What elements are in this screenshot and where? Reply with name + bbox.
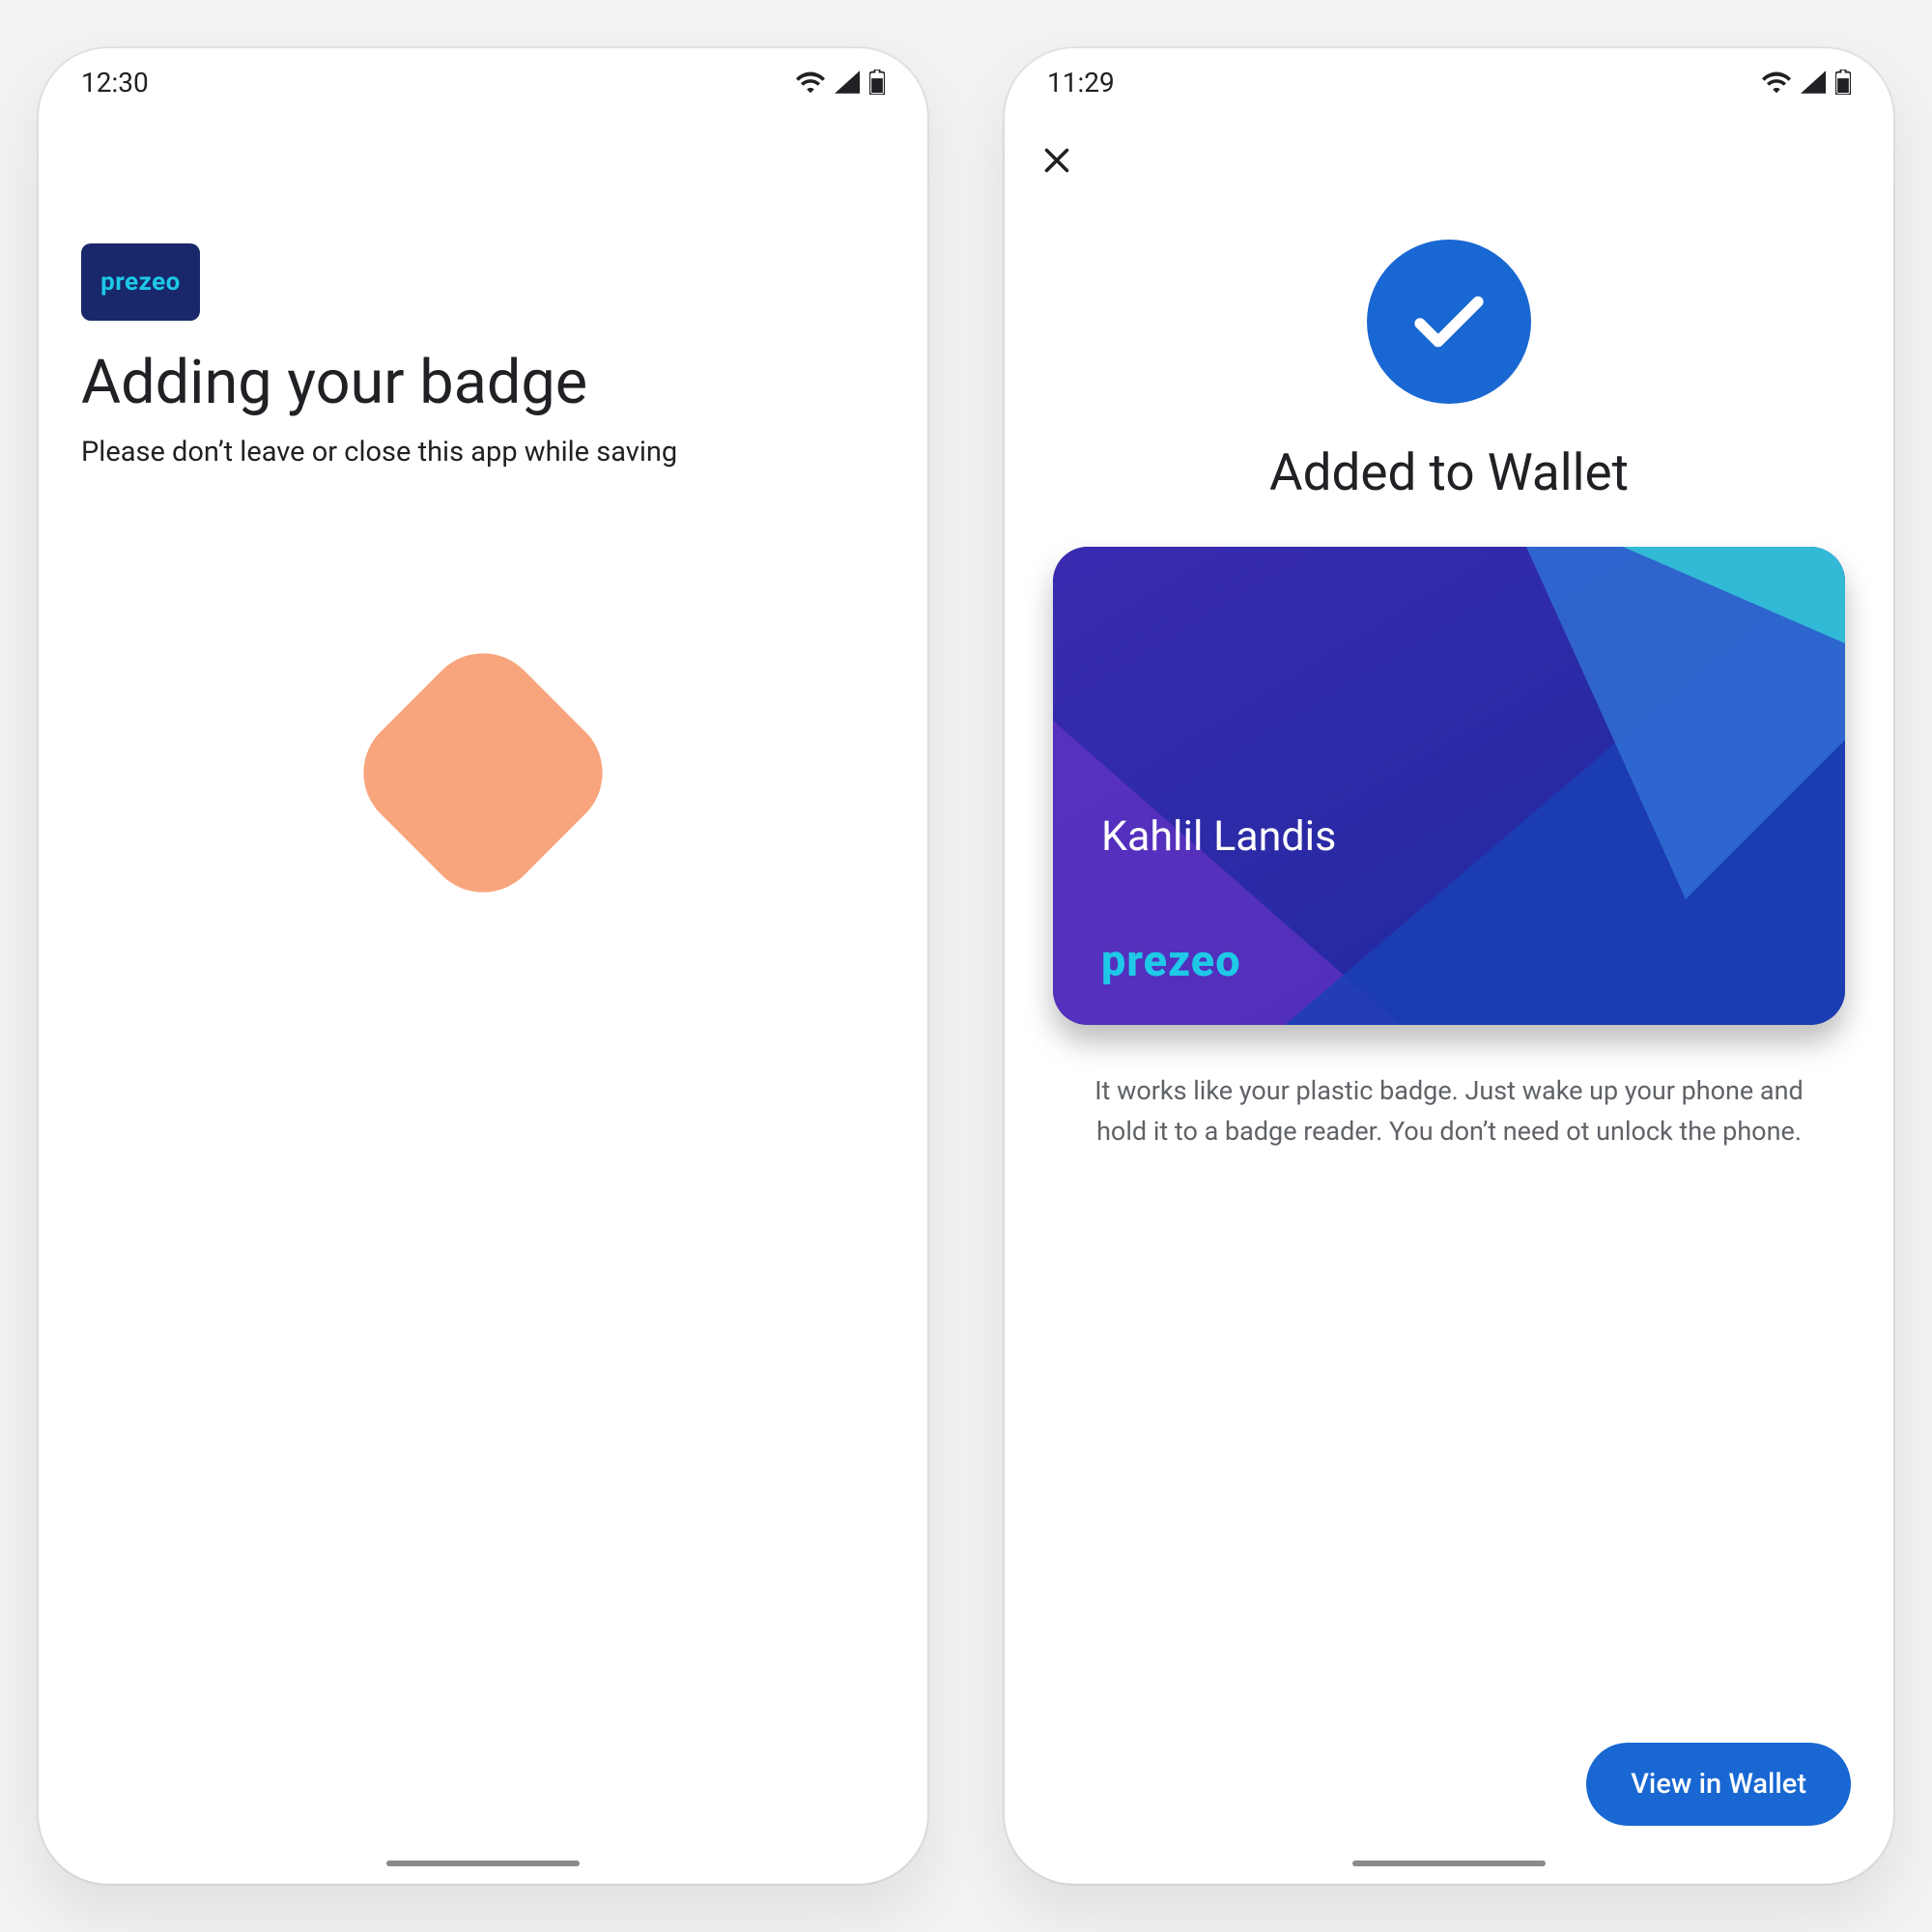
status-time: 11:29 [1047,67,1115,99]
badge-brand-label: prezeo [1101,935,1241,986]
close-icon[interactable] [1039,143,1074,178]
gesture-bar [1352,1861,1546,1866]
badge-card: Kahlil Landis prezeo [1053,547,1845,1025]
diamond-loader-icon [340,630,627,917]
cellular-icon [1801,71,1826,94]
brand-chip: prezeo [81,243,200,321]
page-subtitle: Please don’t leave or close this app whi… [81,436,885,469]
check-circle-icon [1367,240,1531,404]
status-indicators [1762,70,1851,95]
page-title: Added to Wallet [1269,442,1629,502]
success-description: It works like your plastic badge. Just w… [1072,1071,1826,1152]
cellular-icon [835,71,860,94]
status-bar: 11:29 [1005,48,1893,116]
battery-icon [1835,70,1851,95]
wifi-icon [796,71,825,94]
phone-screen-success: 11:29 Added to Wallet [1005,48,1893,1884]
brand-chip-label: prezeo [100,268,181,297]
page-title: Adding your badge [81,348,885,418]
status-bar: 12:30 [39,48,927,116]
wifi-icon [1762,71,1791,94]
view-in-wallet-button[interactable]: View in Wallet [1586,1743,1851,1826]
gesture-bar [386,1861,580,1866]
status-indicators [796,70,885,95]
badge-holder-name: Kahlil Landis [1101,812,1336,861]
phone-screen-loading: 12:30 prezeo Adding your badge Please do… [39,48,927,1884]
battery-icon [869,70,885,95]
status-time: 12:30 [81,67,149,99]
